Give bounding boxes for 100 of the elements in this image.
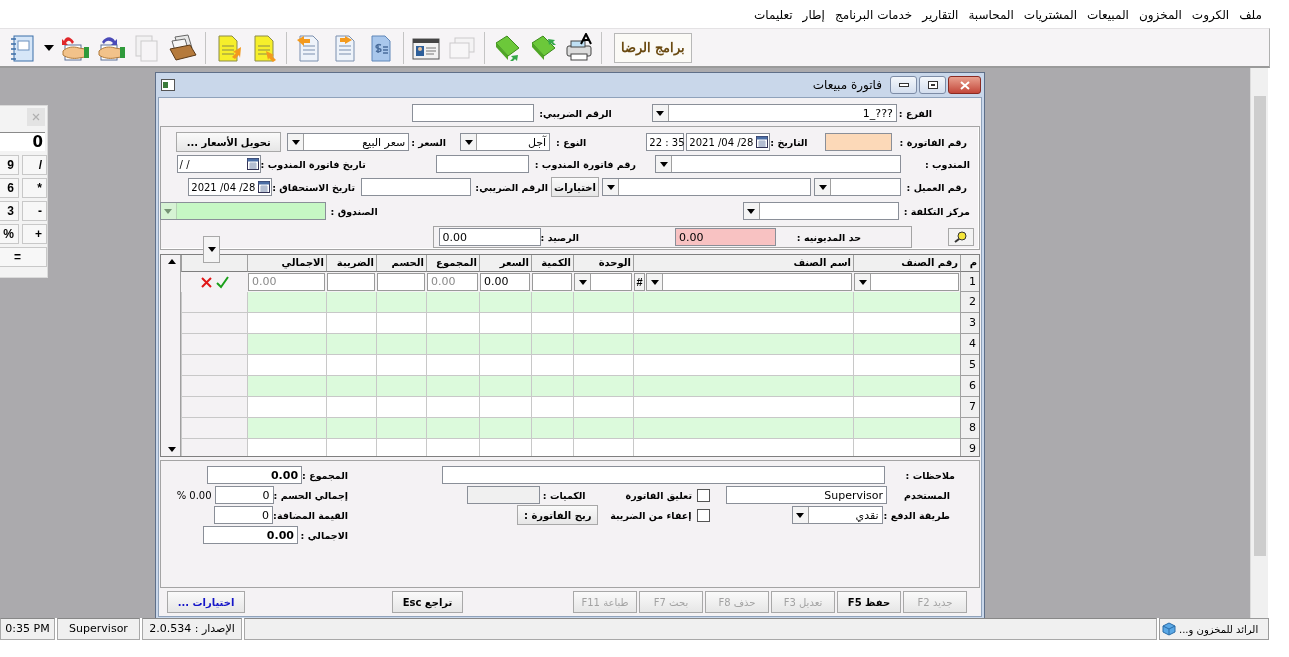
- calculator-key[interactable]: 6: [0, 178, 19, 198]
- text-field[interactable]: 0.00: [248, 273, 325, 291]
- calculator-key[interactable]: +: [22, 224, 47, 244]
- calendar-icon: [246, 158, 259, 170]
- text-field[interactable]: 0.00: [438, 228, 541, 246]
- checkbox[interactable]: [696, 508, 710, 522]
- hash-button[interactable]: #: [634, 273, 645, 291]
- menu-item[interactable]: المحاسبة: [968, 8, 1014, 22]
- search-button[interactable]: [948, 228, 974, 246]
- cube-icon: [1162, 622, 1176, 636]
- text-field[interactable]: Supervisor: [726, 486, 887, 504]
- column-header: الكمية: [531, 255, 573, 272]
- dropdown-field[interactable]: [655, 155, 901, 173]
- dropdown-field[interactable]: [854, 273, 959, 291]
- text-field[interactable]: [532, 273, 572, 291]
- checkbox-label: تعليق الفاتورة: [625, 489, 692, 501]
- date-field[interactable]: / /: [176, 155, 261, 173]
- printer-icon[interactable]: [564, 32, 594, 63]
- table-cell: [573, 292, 633, 313]
- options-button[interactable]: اختيارات: [551, 177, 599, 197]
- column-header: الضريبة: [326, 255, 376, 272]
- scroll-thumb[interactable]: [1253, 96, 1266, 556]
- caret-icon[interactable]: [44, 44, 54, 51]
- table-cell: [181, 376, 247, 397]
- text-field[interactable]: 0.00: [427, 273, 478, 291]
- scroll-down-icon[interactable]: [167, 447, 176, 452]
- dropdown-field[interactable]: [814, 178, 901, 196]
- toolbar-button[interactable]: حفظ F5: [837, 591, 901, 613]
- column-header: رقم الصنف: [853, 255, 960, 272]
- text-field[interactable]: [361, 178, 471, 196]
- column-header: السعر: [479, 255, 531, 272]
- dropdown-field[interactable]: سعر البيع: [287, 133, 410, 151]
- table-cell: [573, 439, 633, 456]
- menu-item[interactable]: خدمات البرنامج: [834, 8, 913, 22]
- dropdown-button[interactable]: [203, 236, 220, 263]
- field-label: الاجمالي :: [299, 529, 348, 541]
- card-box-icon[interactable]: [168, 32, 198, 63]
- dropdown-field[interactable]: [602, 178, 811, 196]
- text-field[interactable]: 0.00: [207, 466, 303, 484]
- text-field[interactable]: [824, 133, 892, 151]
- table-cell: [479, 376, 531, 397]
- minimize-button[interactable]: [890, 76, 917, 94]
- date-field[interactable]: 2021 /04 /28: [686, 133, 771, 151]
- table-cell: [531, 355, 573, 376]
- table-cell: [326, 292, 376, 313]
- text-field[interactable]: [411, 104, 534, 122]
- check-icon[interactable]: [216, 275, 229, 289]
- text-field[interactable]: [327, 273, 375, 291]
- cross-icon[interactable]: [200, 275, 213, 289]
- undo-button[interactable]: تراجع Esc: [392, 591, 463, 613]
- convert-prices-button[interactable]: تحويل الأسعار ...: [176, 132, 282, 152]
- status-text: الإصدار : 2.0.534: [142, 618, 242, 640]
- text-field[interactable]: 0.00: [480, 273, 530, 291]
- menu-item[interactable]: التقارير: [922, 8, 959, 22]
- caret-icon: [578, 279, 587, 285]
- text-field[interactable]: [466, 486, 540, 504]
- menu-item[interactable]: ملف: [1239, 8, 1262, 22]
- status-text: 0:35 PM: [0, 618, 55, 640]
- text-field[interactable]: 0: [214, 506, 274, 524]
- dropdown-field[interactable]: نقدي: [791, 506, 883, 524]
- menu-item[interactable]: إطار: [802, 8, 825, 22]
- menu-item[interactable]: المبيعات: [1087, 8, 1129, 22]
- table-cell: [531, 397, 573, 418]
- text-field[interactable]: [442, 466, 885, 484]
- calculator-key[interactable]: =: [0, 247, 47, 267]
- minimized-window[interactable]: الرائد للمخزون و...: [1159, 618, 1269, 640]
- caret-icon: [796, 512, 805, 518]
- logo-button[interactable]: برامج الرضا: [614, 32, 692, 63]
- menu-item[interactable]: المشتريات: [1023, 8, 1077, 22]
- dropdown-field[interactable]: آجل: [460, 133, 551, 151]
- dropdown-field[interactable]: [646, 273, 852, 291]
- text-field[interactable]: 0: [214, 486, 274, 504]
- field-label: الصندوق :: [330, 205, 378, 217]
- menu-item[interactable]: المخزون: [1138, 8, 1182, 22]
- menu-item[interactable]: الكروت: [1191, 8, 1230, 22]
- calculator-key[interactable]: -: [22, 201, 47, 221]
- options-button[interactable]: اختيارات ...: [167, 591, 245, 613]
- calculator-key[interactable]: 3: [0, 201, 19, 221]
- date-field[interactable]: 2021 /04 /28: [188, 178, 273, 196]
- maximize-button[interactable]: [919, 76, 946, 94]
- checkbox[interactable]: [697, 488, 710, 502]
- invoice-profit-button[interactable]: ربح الفاتورة :: [517, 505, 599, 525]
- text-field[interactable]: 0.00: [203, 526, 298, 544]
- scroll-up-icon[interactable]: [167, 259, 176, 264]
- calculator-key[interactable]: 9: [0, 155, 19, 175]
- calculator-key[interactable]: /: [22, 155, 47, 175]
- dropdown-field[interactable]: [742, 202, 899, 220]
- time-field[interactable]: 22 : 35: [646, 133, 685, 151]
- calculator-key[interactable]: %: [0, 224, 19, 244]
- close-button[interactable]: [948, 76, 981, 94]
- text-field[interactable]: [377, 273, 425, 291]
- menu-item[interactable]: تعليمات: [754, 8, 793, 22]
- dropdown-field[interactable]: [574, 273, 632, 291]
- table-cell: [531, 292, 573, 313]
- text-field[interactable]: [435, 155, 529, 173]
- field-label: رقم الفاتورة :: [899, 136, 967, 148]
- dropdown-field[interactable]: ???_1: [651, 104, 897, 122]
- calculator-key[interactable]: *: [22, 178, 47, 198]
- text-field[interactable]: 0.00: [675, 228, 776, 246]
- field-label: الرقم الضريبي:: [474, 181, 548, 193]
